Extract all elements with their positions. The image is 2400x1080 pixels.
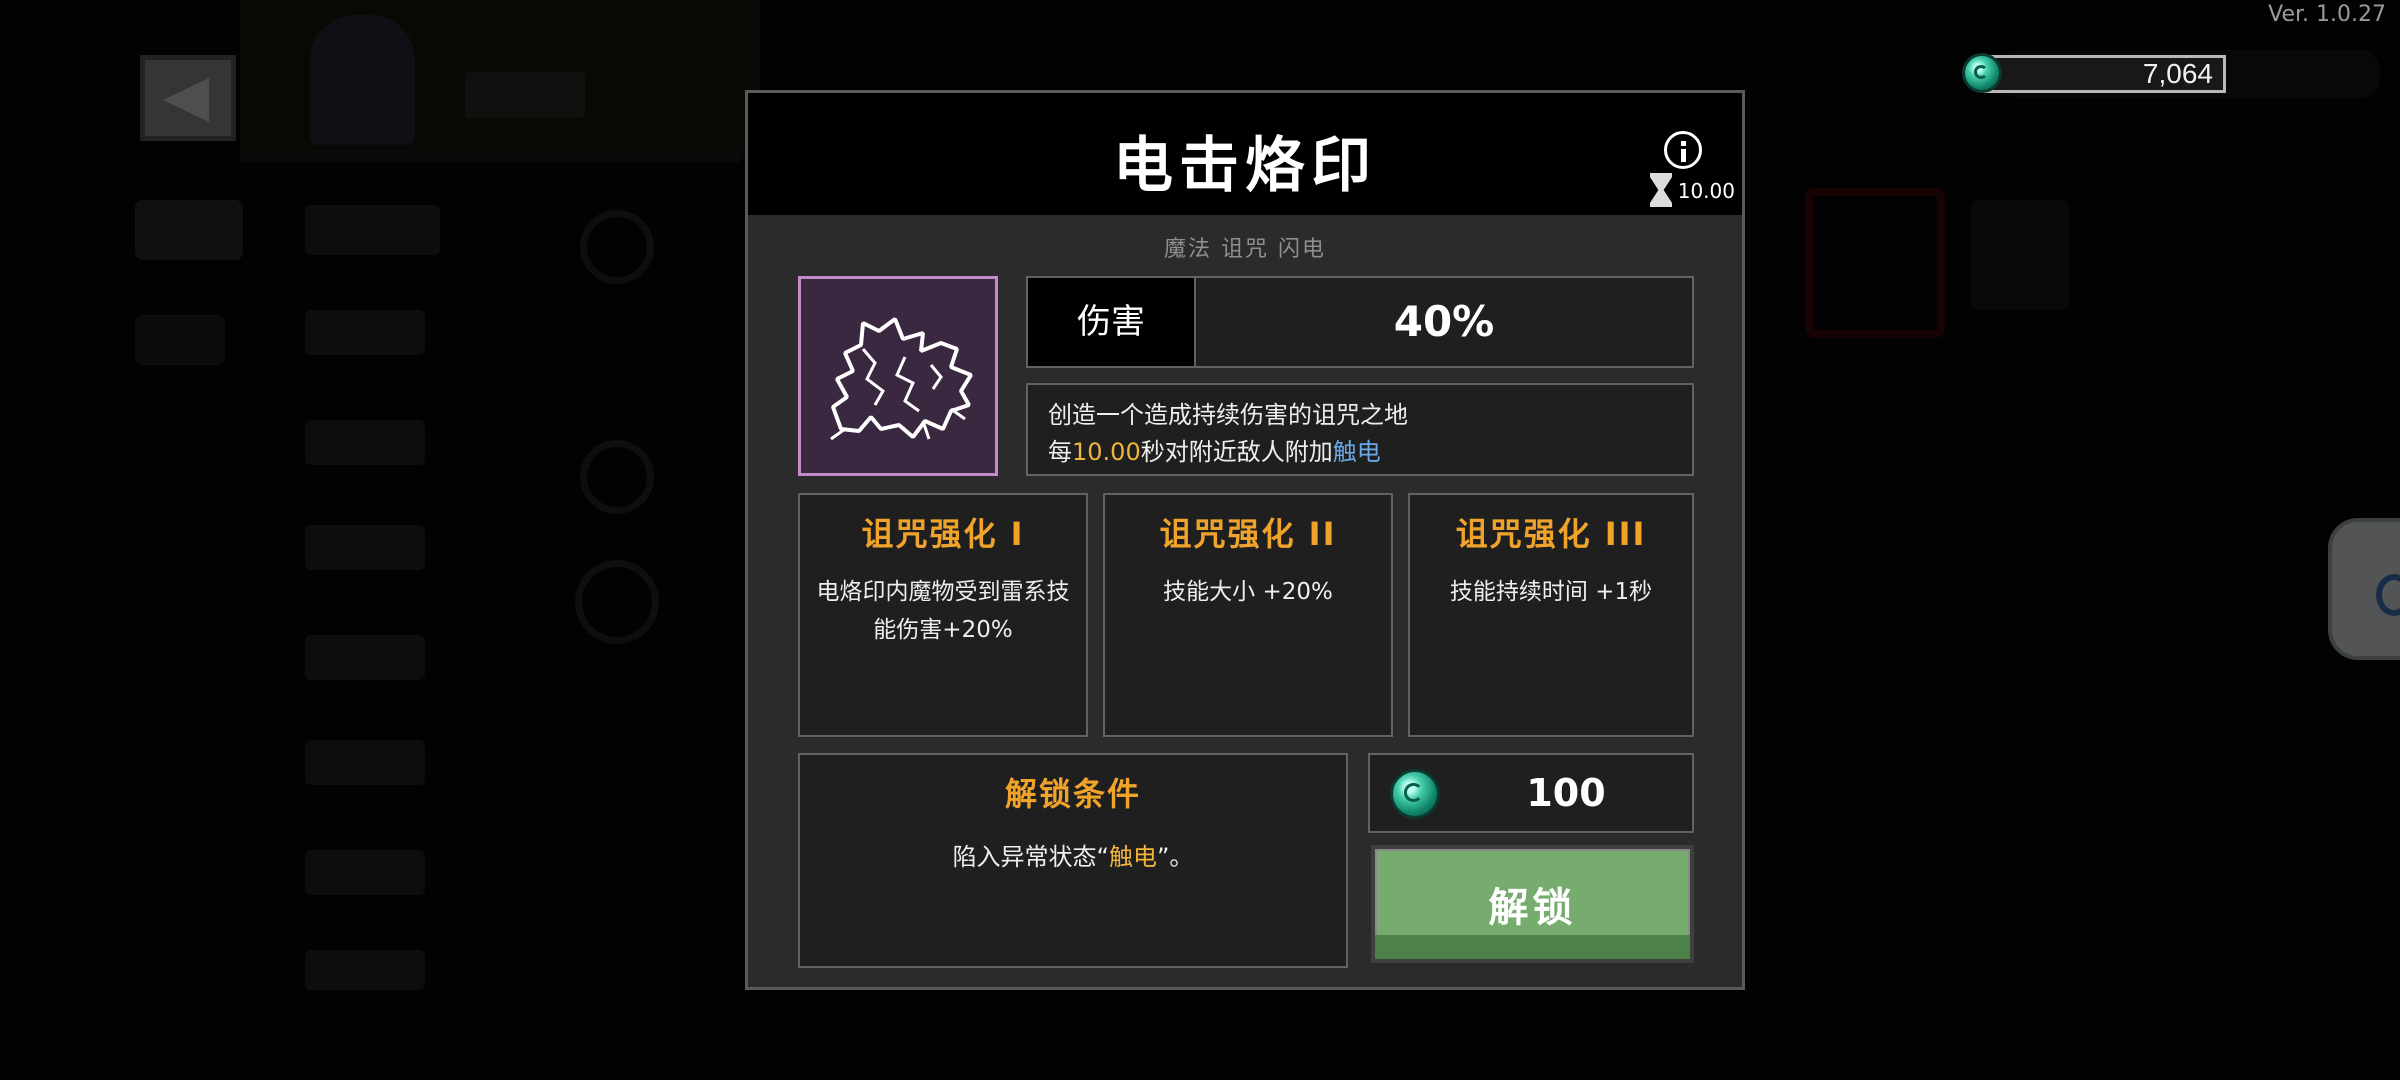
unlock-condition: 解锁条件 陷入异常状态“触电”。 <box>798 753 1348 968</box>
stat-label: 伤害 <box>1028 278 1196 366</box>
cooldown-value: 10.00 <box>1677 179 1735 203</box>
upgrade-description: 技能持续时间 +1秒 <box>1449 579 1653 605</box>
modal-header: 电击烙印 10.00 <box>748 93 1742 215</box>
upgrade-card-1: 诅咒强化 I 电烙印内魔物受到雷系技能伤害+20% <box>798 493 1088 737</box>
upgrade-description: 技能大小 +20% <box>1163 579 1333 605</box>
damage-stat: 伤害 40% <box>1026 276 1694 368</box>
skill-detail-modal: 电击烙印 10.00 魔法 诅咒 闪电 伤害 40% 创造一个造成持续伤害的诅咒… <box>745 90 1745 990</box>
cost-value: 100 <box>1526 771 1606 815</box>
gem-icon <box>1390 769 1440 819</box>
unlock-cost: 100 <box>1368 753 1694 833</box>
skill-title: 电击烙印 <box>1113 131 1377 201</box>
currency-value: 7,064 <box>2142 58 2213 89</box>
unlock-button-label: 解锁 <box>1488 885 1577 931</box>
upgrade-card-3: 诅咒强化 III 技能持续时间 +1秒 <box>1408 493 1694 737</box>
unlock-condition-title: 解锁条件 <box>1004 775 1141 813</box>
upgrade-card-2: 诅咒强化 II 技能大小 +20% <box>1103 493 1393 737</box>
upgrade-title: 诅咒强化 III <box>1455 515 1647 553</box>
currency-display: 7,064 <box>1962 53 2230 95</box>
gem-icon <box>1962 53 2002 93</box>
condition-text: 陷入异常状态“ <box>952 843 1109 871</box>
shock-status-keyword[interactable]: 触电 <box>1333 438 1381 466</box>
unlock-condition-text: 陷入异常状态“触电”。 <box>800 837 1346 872</box>
skill-description: 创造一个造成持续伤害的诅咒之地 每10.00秒对附近敌人附加触电 <box>1026 383 1694 476</box>
upgrade-title: 诅咒强化 II <box>1159 515 1337 553</box>
description-text: 秒对附近敌人附加 <box>1140 438 1333 466</box>
upgrade-title: 诅咒强化 I <box>861 515 1025 553</box>
upgrade-description: 电烙印内魔物受到雷系技能伤害+20% <box>816 579 1070 643</box>
version-label: Ver. 1.0.27 <box>2268 2 2386 27</box>
stat-value: 40% <box>1393 297 1495 346</box>
description-line-2: 每10.00秒对附近敌人附加触电 <box>1048 434 1692 471</box>
currency-bar: 7,064 <box>1982 55 2226 93</box>
lightning-brand-icon <box>798 276 998 476</box>
condition-keyword: 触电 <box>1109 843 1157 871</box>
skill-tags: 魔法 诅咒 闪电 <box>1164 237 1326 262</box>
description-duration: 10.00 <box>1072 438 1141 466</box>
description-text: 每 <box>1048 438 1072 466</box>
info-icon[interactable] <box>1664 131 1702 169</box>
condition-text: ”。 <box>1157 843 1194 871</box>
unlock-button[interactable]: 解锁 <box>1371 845 1694 963</box>
description-line-1: 创造一个造成持续伤害的诅咒之地 <box>1048 401 1408 429</box>
